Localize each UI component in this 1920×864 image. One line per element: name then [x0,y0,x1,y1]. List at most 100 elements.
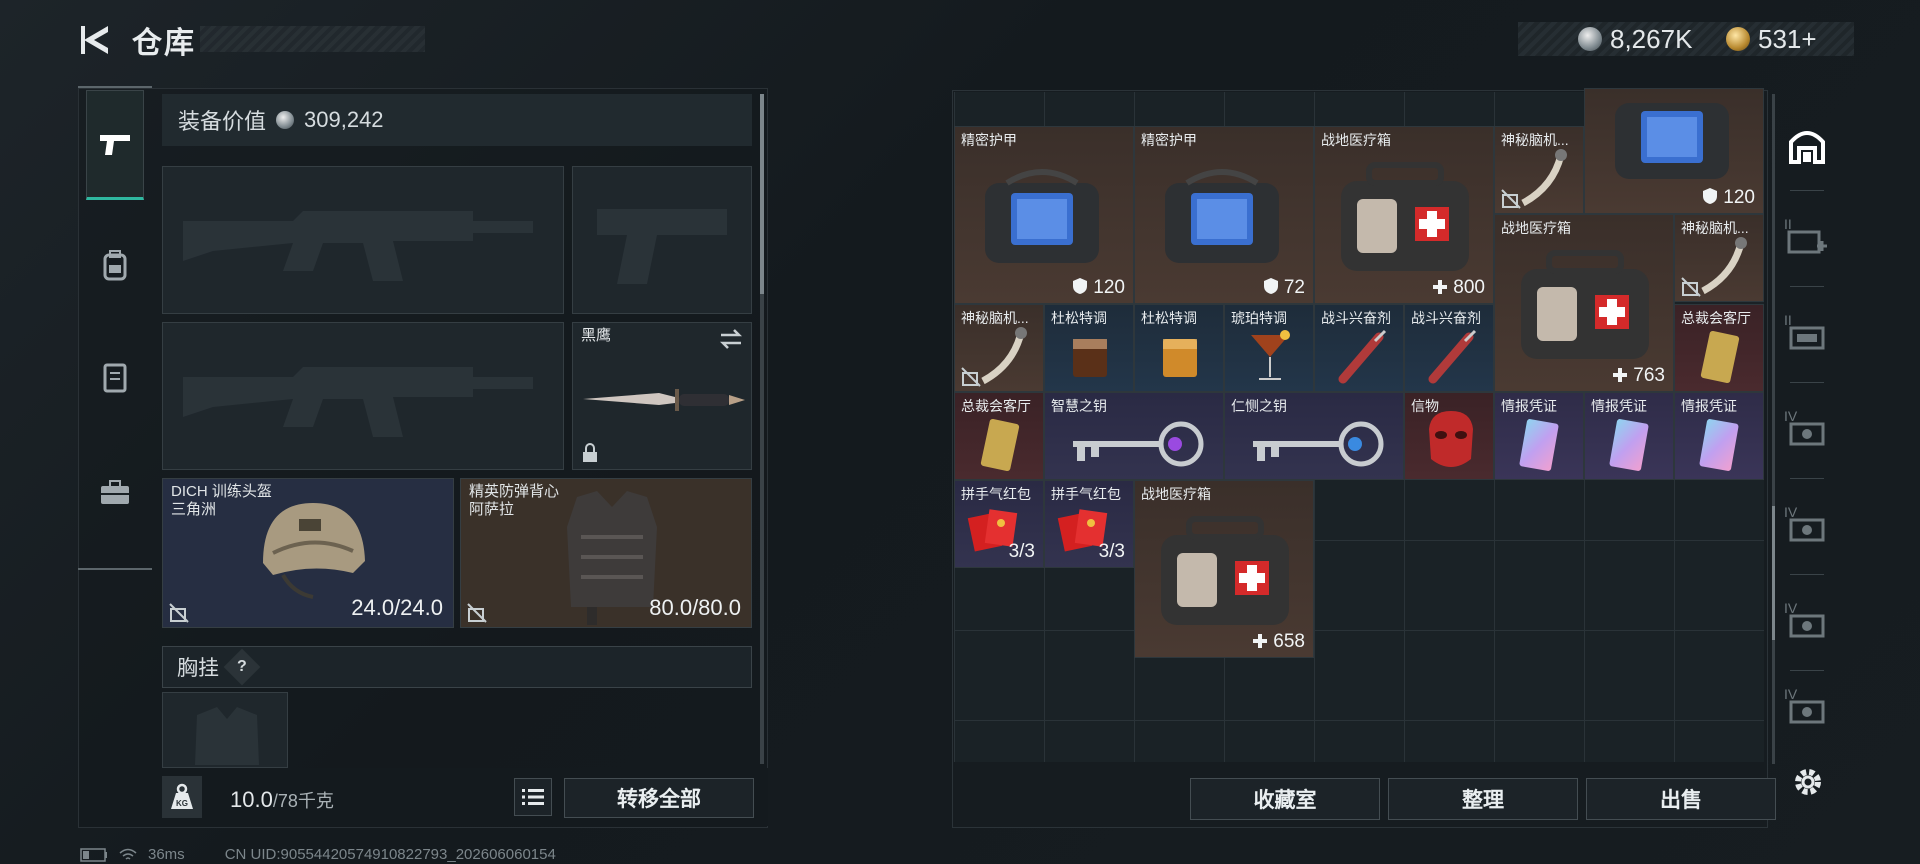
weight-icon: KG [162,776,202,818]
silver-amount: 8,267K [1610,23,1693,54]
item-name: 战斗兴奋剂 [1321,310,1391,326]
item-keycard[interactable]: 总裁会客厅 [954,392,1044,480]
item-key[interactable]: 智慧之钥 [1044,392,1224,480]
equipment-value-bar: 装备价值 309,242 [162,94,752,146]
item-name: 战地医疗箱 [1321,132,1391,148]
item-red-envelope[interactable]: 拼手气红包 3/3 [1044,480,1134,568]
item-drink[interactable]: 琥珀特调 [1224,304,1314,392]
item-first-aid-kit[interactable]: 战地医疗箱 658 [1134,480,1314,658]
helmet-slot[interactable]: DICH 训练头盔 三角洲 24.0/24.0 [162,478,454,628]
currency-silver[interactable]: 8,267K [1578,22,1692,56]
armor-slot[interactable]: 精英防弹背心 阿萨拉 80.0/80.0 [460,478,752,628]
syringe-icon [1428,329,1477,384]
tab-briefcase[interactable] [86,438,144,548]
collection-room-button[interactable]: 收藏室 [1190,778,1380,820]
item-first-aid-kit[interactable]: 战地医疗箱 763 [1494,214,1674,392]
item-mask[interactable]: 信物 [1404,392,1494,480]
melee-slot[interactable]: 黑鹰 [572,322,752,470]
item-brain-chip[interactable]: 神秘脑机... [1494,126,1584,214]
item-value: 120 [1702,187,1755,209]
item-key[interactable]: 仁恻之钥 [1224,392,1404,480]
settings-button[interactable] [1790,764,1826,800]
holo-card-icon [1699,419,1739,471]
tab-stash-7[interactable]: IV [1776,676,1838,746]
knife-icon [583,389,745,411]
item-armor[interactable]: 120 [1584,88,1764,214]
list-view-button[interactable] [514,778,552,816]
equipment-value-label: 装备价值 [178,109,267,134]
weight-text: 10.0/78千克 [230,787,334,813]
status-bar: 36ms CN UID:90554420574910822793_2026060… [80,846,556,863]
tab-divider [1790,382,1824,383]
tab-vest[interactable] [86,322,144,432]
swap-icon[interactable] [719,329,743,349]
no-repair-icon [1501,189,1521,209]
armor-bag-icon [985,169,1099,263]
tab-stash-home[interactable] [1776,100,1838,190]
item-brain-chip[interactable]: 神秘脑机... [954,304,1044,392]
item-name: 情报凭证 [1681,398,1737,414]
secondary-weapon-slot[interactable] [162,322,564,470]
syringe-icon [1338,329,1387,384]
armor-name: 精英防弹背心 [469,483,560,500]
item-armor[interactable]: 精密护甲 120 [954,126,1134,304]
chest-rig-silhouette-icon [195,707,259,765]
tab-backpack[interactable] [86,210,144,320]
stash-scroll-thumb[interactable] [1772,506,1775,640]
item-stimulant[interactable]: 战斗兴奋剂 [1404,304,1494,392]
tab-weapons[interactable] [86,90,144,200]
transfer-all-button[interactable]: 转移全部 [564,778,754,818]
weight-current: 10.0 [230,787,273,812]
help-icon[interactable]: ? [223,648,261,686]
currency-gold[interactable]: 531+ [1726,22,1817,56]
page-title: 仓库 [132,27,196,60]
first-aid-kit-icon [1521,250,1649,359]
gold-amount: 531+ [1758,23,1817,54]
tab-divider [1790,574,1824,575]
brain-chip-icon [1701,237,1747,295]
battery-icon [80,847,107,862]
pistol-slot[interactable] [572,166,752,314]
item-drink[interactable]: 杜松特调 [1134,304,1224,392]
tab-divider [1790,286,1824,287]
item-name: 拼手气红包 [1051,486,1121,502]
item-intel[interactable]: 情报凭证 [1674,392,1764,480]
primary-weapon-slot[interactable] [162,166,564,314]
sort-button[interactable]: 整理 [1388,778,1578,820]
item-intel[interactable]: 情报凭证 [1584,392,1674,480]
item-name: 情报凭证 [1501,398,1557,414]
item-keycard[interactable]: 总裁会客厅 [1674,304,1764,392]
item-name: 精密护甲 [1141,132,1197,148]
sell-button[interactable]: 出售 [1586,778,1776,820]
tab-stash-2[interactable]: II [1776,196,1838,286]
item-name: 战地医疗箱 [1141,486,1211,502]
item-count: 3/3 [1008,541,1035,562]
tab-stash-6[interactable]: IV [1776,580,1838,670]
equipment-value: 309,242 [304,107,384,132]
item-first-aid-kit[interactable]: 战地医疗箱 800 [1314,126,1494,304]
gold-coin-icon [1726,27,1750,51]
chest-rig-label: 胸挂 [177,657,219,680]
stash-scrollbar[interactable] [1772,94,1775,764]
item-stimulant[interactable]: 战斗兴奋剂 [1314,304,1404,392]
tab-stash-3[interactable]: II [1776,292,1838,382]
tab-stash-5[interactable]: IV [1776,484,1838,574]
chest-rig-header: 胸挂 ? [162,646,752,688]
item-red-envelope[interactable]: 拼手气红包 3/3 [954,480,1044,568]
vest-icon [103,363,127,393]
loadout-scroll-thumb[interactable] [760,94,764,294]
item-brain-chip[interactable]: 神秘脑机... [1674,214,1764,302]
item-name: 情报凭证 [1591,398,1647,414]
item-armor[interactable]: 精密护甲 72 [1134,126,1314,304]
back-button[interactable] [78,22,114,58]
chest-rig-slot[interactable] [162,692,288,768]
item-intel[interactable]: 情报凭证 [1494,392,1584,480]
armor-bag-icon [1615,103,1729,179]
item-drink[interactable]: 杜松特调 [1044,304,1134,392]
plus-icon [1613,368,1628,382]
item-name: 总裁会客厅 [1681,310,1751,326]
helmet-icon [263,503,365,599]
red-mask-icon [1429,411,1473,467]
tab-stash-4[interactable]: IV [1776,388,1838,478]
no-repair-icon [169,603,189,623]
